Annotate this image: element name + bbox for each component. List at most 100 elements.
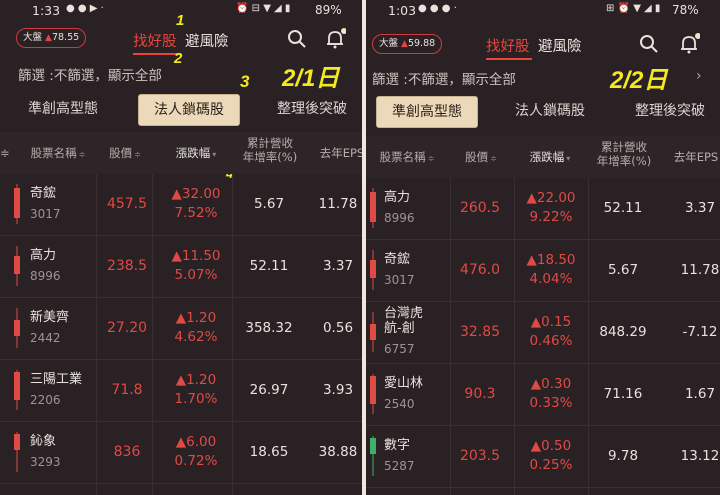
change-percent: 0.46% [529,333,573,349]
candlestick-icon [14,308,20,348]
candlestick-icon [370,374,376,414]
stock-code: 3017 [384,273,415,287]
candlestick-icon [370,436,376,476]
market-chip-label: 大盤 [23,32,43,43]
stock-name: 高力 [384,190,411,205]
column-edge: ≑ [0,146,10,160]
change-percent: 0.25% [529,457,573,473]
sort-icon: ≑ [134,150,141,159]
stock-name: 奇鋐 [30,186,57,201]
tab-find-stocks[interactable]: 找好股 [133,30,177,51]
stock-price: 203.5 [459,448,501,464]
market-chip-value: 78.55 [51,32,80,43]
tab-find-stocks[interactable]: 找好股 [486,35,530,56]
table-row[interactable]: 三陽工業 2206 71.8 ▲1.20 1.70% 26.97 3.93 [0,360,362,422]
annotation-number: 1 [176,12,185,29]
change-amount: ▲32.00 [171,186,221,202]
stock-price: 71.8 [111,382,143,398]
stock-price: 260.5 [459,200,501,216]
price-change: ▲6.00 0.72% [157,433,235,471]
subtab-breakout[interactable]: 整理後突破 [622,96,718,128]
filter-text[interactable]: 篩選 :不篩選，顯示全部 [18,64,162,84]
change-percent: 0.33% [529,395,573,411]
annotation-number: 2 [174,50,183,67]
column-header-revenue[interactable]: 累計營收 年增率(%) [234,136,306,164]
revenue-growth: 52.11 [249,258,289,274]
market-chip-label: 大盤 [379,38,399,49]
stock-price: 238.5 [106,258,148,274]
table-row[interactable]: 新美齊 2442 27.20 ▲1.20 4.62% 358.32 0.56 [0,298,362,360]
stock-name: 數字 [384,438,411,453]
stock-price: 32.85 [459,324,501,340]
revenue-growth: 71.16 [603,386,643,402]
date-annotation: 2/1日 [282,65,340,92]
stock-code: 8996 [30,269,61,283]
column-header-change[interactable]: 漲跌幅 ▾ [518,150,582,166]
column-header-name[interactable]: 股票名稱 ≑ [28,146,88,162]
chevron-right-icon[interactable]: › [696,68,702,84]
change-amount: ▲11.50 [171,248,221,264]
subtab-breakout[interactable]: 整理後突破 [262,94,362,126]
stock-code: 6757 [384,342,415,356]
change-amount: ▲18.50 [526,252,576,268]
column-header-price[interactable]: 股價 ≑ [100,146,150,162]
filter-text[interactable]: 篩選 :不篩選，顯示全部 [372,68,516,88]
change-percent: 9.22% [529,209,573,225]
change-amount: ▲0.30 [530,376,572,392]
column-header-eps[interactable]: 去年EPS [312,146,362,160]
change-percent: 1.70% [174,391,218,407]
notification-icons: ● ● ▶ · [66,3,104,14]
search-icon[interactable] [638,33,660,55]
price-change: ▲18.50 4.04% [512,251,590,289]
revenue-growth: 9.78 [607,448,639,464]
status-time: 1:33 [32,3,61,18]
subtab-institutional-lock[interactable]: 法人鎖碼股 [498,96,602,128]
subtab-institutional-lock[interactable]: 法人鎖碼股 [138,94,240,126]
last-year-eps: 3.37 [684,200,716,216]
revenue-growth: 5.67 [253,196,285,212]
table-row[interactable]: 高力 8996 260.5 ▲22.00 9.22% 52.11 3.37 [366,178,720,240]
column-header-name[interactable]: 股票名稱 ≑ [372,150,442,166]
table-row[interactable]: 奇鋐 3017 476.0 ▲18.50 4.04% 5.67 11.78 [366,240,720,302]
change-percent: 7.52% [174,205,218,221]
sort-icon: ▾ [212,150,217,159]
subtab-near-high[interactable]: 準創高型態 [8,94,118,126]
table-row[interactable]: 台灣虎 航-創 6757 32.85 ▲0.15 0.46% 848.29 -7.12 [366,302,720,364]
bell-icon[interactable] [678,33,700,55]
battery-level: 78% [672,3,699,17]
stock-price: 27.20 [106,320,148,336]
up-triangle-icon: ▲ [45,33,52,43]
change-amount: ▲0.50 [530,438,572,454]
sort-icon: ▾ [566,154,571,163]
table-header: 股票名稱 ≑ 股價 ≑ 漲跌幅 ▾ 累計營收 年增率(%) 去年EPS [366,136,720,178]
bell-icon[interactable] [324,28,346,50]
market-index-chip[interactable]: 大盤 ▲78.55 [16,28,87,48]
candlestick-icon [14,184,20,224]
table-row[interactable]: 愛山林 2540 90.3 ▲0.30 0.33% 71.16 1.67 [366,364,720,426]
column-header-revenue[interactable]: 累計營收 年增率(%) [588,140,660,168]
tab-avoid-risk[interactable]: 避風險 [538,35,582,56]
stock-name: 愛山林 [384,376,424,391]
market-index-chip[interactable]: 大盤 ▲59.88 [372,34,443,54]
tab-avoid-risk[interactable]: 避風險 [185,30,229,51]
column-header-price[interactable]: 股價 ≑ [456,150,506,166]
table-row[interactable]: 數字 5287 203.5 ▲0.50 0.25% 9.78 13.12 [366,426,720,488]
date-annotation: 2/2日 [610,67,668,94]
stock-name: 台灣虎 航-創 [384,306,424,336]
table-row[interactable]: 高力 8996 238.5 ▲11.50 5.07% 52.11 3.37 [0,236,362,298]
last-year-eps: 11.78 [318,196,358,212]
search-icon[interactable] [286,28,308,50]
revenue-growth: 18.65 [249,444,289,460]
column-header-eps[interactable]: 去年EPS [666,150,720,164]
change-amount: ▲22.00 [526,190,576,206]
column-header-change[interactable]: 漲跌幅 ▾ [164,146,228,162]
price-change: ▲32.00 7.52% [157,185,235,223]
last-year-eps: 1.67 [684,386,716,402]
price-change: ▲0.15 0.46% [512,313,590,351]
subtab-near-high[interactable]: 準創高型態 [376,96,478,128]
stock-code: 2442 [30,331,61,345]
sort-icon: ≑ [427,154,435,163]
table-row[interactable]: 奇鋐 3017 457.5 ▲32.00 7.52% 5.67 11.78 [0,174,362,236]
table-row[interactable]: 鈊象 3293 836 ▲6.00 0.72% 18.65 38.88 [0,422,362,484]
change-amount: ▲1.20 [175,310,217,326]
